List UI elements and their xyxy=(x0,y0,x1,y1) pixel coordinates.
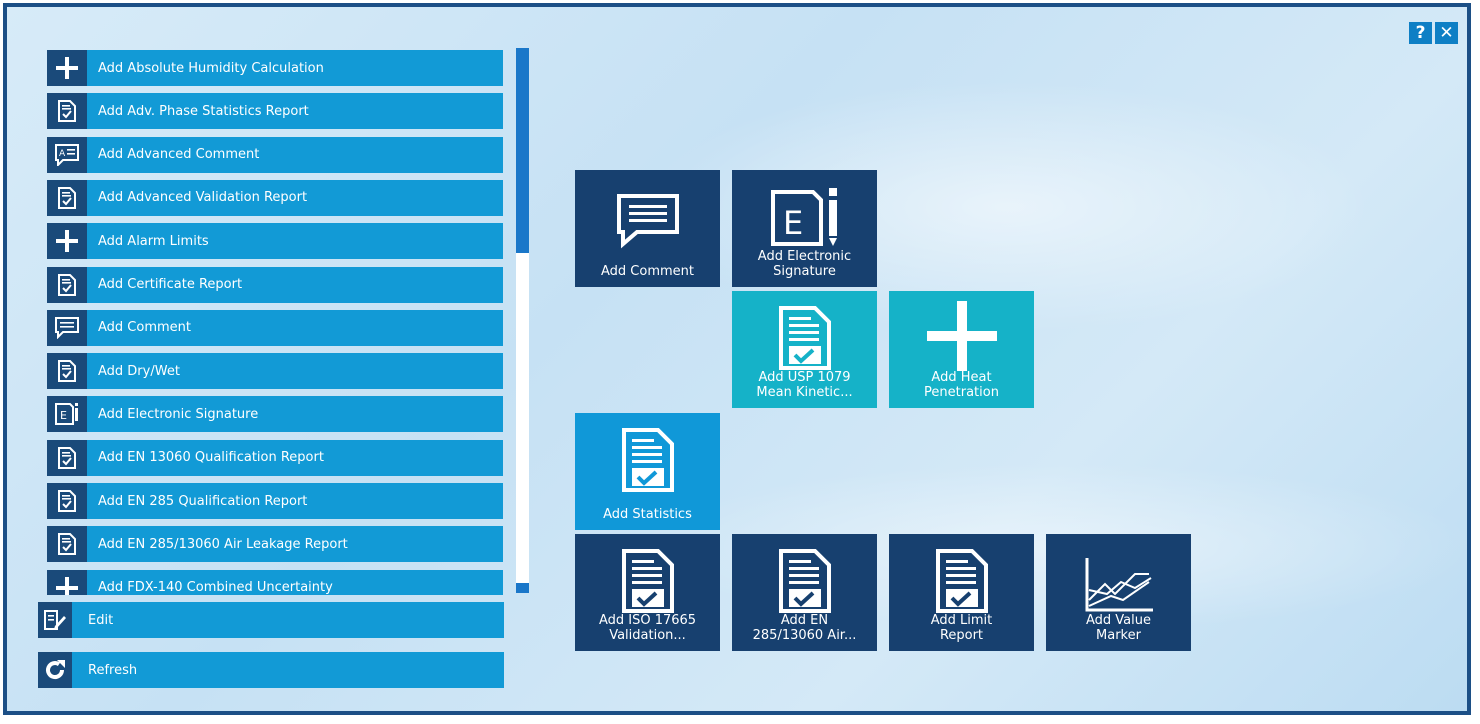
tile-add-comment[interactable]: Add Comment xyxy=(575,170,720,287)
advanced-comment-icon: A xyxy=(47,136,87,173)
report-icon xyxy=(778,542,832,614)
list-item-label: Add Advanced Comment xyxy=(98,147,260,163)
tile-add-limit-report[interactable]: Add Limit Report xyxy=(889,534,1034,651)
report-icon xyxy=(47,353,87,390)
tile-add-value-marker[interactable]: Add Value Marker xyxy=(1046,534,1191,651)
list-item[interactable]: Add Alarm Limits xyxy=(47,223,503,260)
list-item-label: Add Dry/Wet xyxy=(98,363,180,379)
tile-label: Add ISO 17665 Validation... xyxy=(598,613,697,643)
report-icon xyxy=(778,299,832,371)
tile-add-electronic-signature[interactable]: E Add Electronic Signature xyxy=(732,170,877,287)
report-icon xyxy=(47,439,87,476)
svg-text:A: A xyxy=(59,149,66,159)
list-item[interactable]: Add EN 13060 Qualification Report xyxy=(47,439,503,476)
signature-icon: E xyxy=(47,396,87,433)
tile-add-iso-17665[interactable]: Add ISO 17665 Validation... xyxy=(575,534,720,651)
tile-label: Add Electronic Signature xyxy=(757,249,852,279)
list-item[interactable]: Add Certificate Report xyxy=(47,266,503,303)
list-item-label: Add Alarm Limits xyxy=(98,233,209,249)
tile-label: Add USP 1079 Mean Kinetic... xyxy=(756,370,853,400)
list-item-label: Add Absolute Humidity Calculation xyxy=(98,60,324,76)
tile-add-statistics[interactable]: Add Statistics xyxy=(575,413,720,530)
list-item[interactable]: Add Comment xyxy=(47,309,503,346)
report-icon xyxy=(621,542,675,614)
report-icon xyxy=(47,526,87,563)
report-icon xyxy=(47,266,87,303)
tile-add-heat-penetration[interactable]: Add Heat Penetration xyxy=(889,291,1034,408)
list-item[interactable]: Add EN 285/13060 Air Leakage Report xyxy=(47,526,503,563)
edit-label: Edit xyxy=(88,612,114,628)
list-scrollbar[interactable] xyxy=(516,48,529,593)
report-icon xyxy=(47,483,87,519)
main-window: ? ✕ Add Absolute Humidity Calculation Ad… xyxy=(3,3,1471,715)
report-icon xyxy=(47,93,87,130)
tile-add-usp-1079[interactable]: Add USP 1079 Mean Kinetic... xyxy=(732,291,877,408)
list-item-label: Add Advanced Validation Report xyxy=(98,190,308,206)
plus-icon xyxy=(47,223,87,260)
tile-label: Add Heat Penetration xyxy=(924,370,999,400)
tile-label: Add EN 285/13060 Air... xyxy=(752,613,857,643)
tile-add-en-285-13060-air[interactable]: Add EN 285/13060 Air... xyxy=(732,534,877,651)
list-item[interactable]: Add EN 285 Qualification Report xyxy=(47,483,503,519)
list-item-label: Add Comment xyxy=(98,320,191,336)
scrollbar-thumb[interactable] xyxy=(516,48,529,253)
comment-icon xyxy=(47,309,87,346)
refresh-label: Refresh xyxy=(88,662,138,678)
command-list: Add Absolute Humidity Calculation Add Ad… xyxy=(47,50,503,595)
list-item[interactable]: Add FDX-140 Combined Uncertainty xyxy=(47,569,503,595)
tile-label: Add Statistics xyxy=(603,507,692,522)
scrollbar-end xyxy=(516,583,529,593)
edit-icon xyxy=(38,602,72,638)
chart-icon xyxy=(1083,542,1155,614)
refresh-button[interactable]: Refresh xyxy=(38,652,504,688)
refresh-icon xyxy=(38,652,72,688)
svg-text:E: E xyxy=(783,204,803,242)
list-item-label: Add EN 13060 Qualification Report xyxy=(98,450,324,466)
comment-icon xyxy=(615,178,681,250)
help-icon: ? xyxy=(1415,23,1426,43)
list-item[interactable]: E Add Electronic Signature xyxy=(47,396,503,433)
list-item-label: Add EN 285 Qualification Report xyxy=(98,493,308,509)
list-item[interactable]: Add Absolute Humidity Calculation xyxy=(47,50,503,86)
plus-icon xyxy=(47,569,87,595)
list-item[interactable]: Add Advanced Validation Report xyxy=(47,179,503,216)
list-item[interactable]: A Add Advanced Comment xyxy=(47,136,503,173)
tile-label: Add Limit Report xyxy=(930,613,993,643)
list-item-label: Add EN 285/13060 Air Leakage Report xyxy=(98,536,348,552)
edit-button[interactable]: Edit xyxy=(38,602,504,638)
list-item-label: Add FDX-140 Combined Uncertainty xyxy=(98,580,333,595)
svg-text:E: E xyxy=(60,409,67,422)
plus-icon xyxy=(924,299,1000,371)
list-item-label: Add Electronic Signature xyxy=(98,406,259,422)
list-item[interactable]: Add Dry/Wet xyxy=(47,353,503,390)
list-item[interactable]: Add Adv. Phase Statistics Report xyxy=(47,93,503,130)
list-item-label: Add Certificate Report xyxy=(98,277,243,292)
report-icon xyxy=(935,542,989,614)
report-icon xyxy=(47,179,87,216)
list-item-label: Add Adv. Phase Statistics Report xyxy=(98,103,309,119)
help-button[interactable]: ? xyxy=(1409,22,1432,44)
close-button[interactable]: ✕ xyxy=(1435,22,1458,44)
tile-label: Add Comment xyxy=(601,264,694,279)
plus-icon xyxy=(47,50,87,86)
report-icon xyxy=(621,421,675,493)
close-icon: ✕ xyxy=(1439,23,1454,43)
tile-label: Add Value Marker xyxy=(1086,613,1151,643)
signature-icon: E xyxy=(767,178,843,250)
